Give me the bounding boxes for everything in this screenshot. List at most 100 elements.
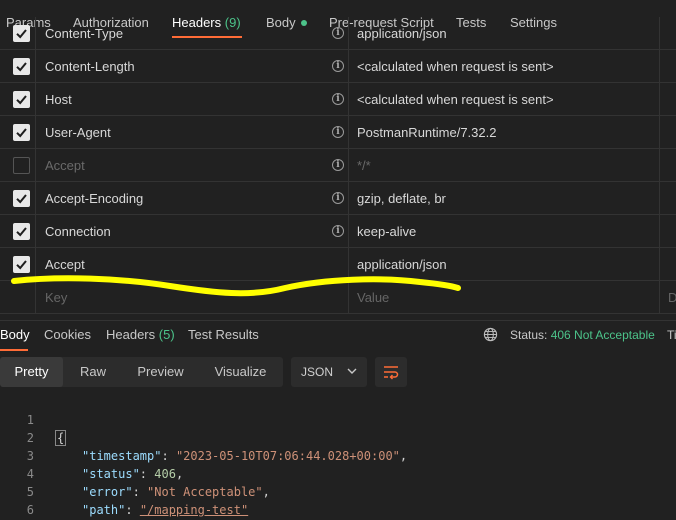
info-icon[interactable]: i: [332, 60, 344, 72]
response-time-label: Ti: [667, 328, 676, 342]
header-value[interactable]: */*: [357, 158, 371, 173]
header-row[interactable]: Content-Length i <calculated when request …: [0, 50, 676, 83]
info-icon[interactable]: i: [332, 192, 344, 204]
json-punctuation: ,: [175, 467, 184, 481]
header-key[interactable]: Connection: [45, 224, 111, 239]
json-link-value[interactable]: "/mapping-test": [140, 503, 248, 517]
header-enabled-checkbox[interactable]: [13, 91, 30, 108]
checkbox-cell: [0, 182, 36, 214]
header-enabled-checkbox[interactable]: [13, 124, 30, 141]
visualize-button[interactable]: Visualize: [198, 357, 283, 387]
new-key-input[interactable]: Key: [45, 290, 67, 305]
checkmark-icon: [16, 194, 27, 204]
column-divider: [659, 215, 660, 247]
tab-label: Body: [0, 327, 30, 342]
header-key[interactable]: Accept: [45, 158, 85, 173]
checkmark-icon: [16, 260, 27, 270]
header-value[interactable]: application/json: [357, 257, 447, 272]
raw-button[interactable]: Raw: [63, 357, 123, 387]
checkbox-cell: [0, 281, 36, 313]
header-row[interactable]: Accept i */*: [0, 149, 676, 182]
header-key[interactable]: Content-Type: [45, 26, 123, 41]
header-key[interactable]: Accept: [45, 257, 85, 272]
info-icon[interactable]: i: [332, 27, 344, 39]
header-value[interactable]: keep-alive: [357, 224, 416, 239]
column-divider: [348, 281, 349, 313]
checkmark-icon: [16, 227, 27, 237]
response-tabs: Body Cookies Headers (5) Test Results St…: [0, 320, 676, 351]
header-key[interactable]: Accept-Encoding: [45, 191, 143, 206]
checkbox-cell: [0, 83, 36, 115]
code-line: 1 {: [0, 393, 67, 446]
header-value[interactable]: <calculated when request is sent>: [357, 92, 554, 107]
wrap-lines-button[interactable]: [375, 357, 407, 387]
column-divider: [659, 281, 660, 313]
info-icon[interactable]: i: [332, 126, 344, 138]
new-header-row[interactable]: Key Value D: [0, 281, 676, 314]
json-key: "timestamp": [82, 449, 162, 463]
globe-icon[interactable]: [483, 327, 498, 342]
format-select[interactable]: JSON: [291, 357, 367, 387]
checkmark-icon: [16, 62, 27, 72]
info-icon[interactable]: i: [332, 159, 344, 171]
header-enabled-checkbox[interactable]: [13, 58, 30, 75]
header-row[interactable]: User-Agent i PostmanRuntime/7.32.2: [0, 116, 676, 149]
brace-open: {: [55, 430, 67, 446]
json-key: "error": [82, 485, 133, 499]
column-divider: [659, 116, 660, 148]
header-row[interactable]: Host i <calculated when request is sent>: [0, 83, 676, 116]
code-line: 6 }: [0, 483, 34, 517]
header-value[interactable]: <calculated when request is sent>: [357, 59, 554, 74]
header-key[interactable]: Host: [45, 92, 72, 107]
response-tab-body[interactable]: Body: [0, 327, 30, 342]
header-enabled-checkbox[interactable]: [13, 190, 30, 207]
code-line: 2 "timestamp": "2023-05-10T07:06:44.028+…: [0, 411, 407, 463]
header-value[interactable]: PostmanRuntime/7.32.2: [357, 125, 496, 140]
active-tab-indicator: [0, 349, 28, 351]
header-enabled-checkbox[interactable]: [13, 223, 30, 240]
header-key[interactable]: User-Agent: [45, 125, 111, 140]
header-enabled-checkbox[interactable]: [13, 256, 30, 273]
code-line: 5 "path": "/mapping-test": [0, 465, 248, 517]
header-key[interactable]: Content-Length: [45, 59, 135, 74]
header-value[interactable]: application/json: [357, 26, 447, 41]
header-value[interactable]: gzip, deflate, br: [357, 191, 446, 206]
column-divider: [659, 149, 660, 181]
column-divider: [348, 17, 349, 49]
column-divider: [659, 17, 660, 49]
column-divider: [659, 182, 660, 214]
wrap-lines-icon: [384, 366, 399, 380]
checkbox-cell: [0, 149, 36, 181]
new-value-input[interactable]: Value: [357, 290, 389, 305]
preview-button[interactable]: Preview: [123, 357, 198, 387]
status-value[interactable]: 406 Not Acceptable: [551, 328, 655, 342]
format-select-value: JSON: [301, 365, 334, 379]
pretty-button[interactable]: Pretty: [0, 357, 63, 387]
response-tab-test-results[interactable]: Test Results: [188, 327, 259, 342]
checkmark-icon: [16, 95, 27, 105]
checkbox-cell: [0, 215, 36, 247]
info-icon[interactable]: i: [332, 93, 344, 105]
json-key: "status": [82, 467, 140, 481]
checkbox-cell: [0, 116, 36, 148]
header-row[interactable]: Accept application/json: [0, 248, 676, 281]
checkbox-cell: [0, 50, 36, 82]
header-enabled-checkbox[interactable]: [13, 157, 30, 174]
column-divider: [348, 50, 349, 82]
new-description-input[interactable]: D: [668, 290, 676, 305]
header-row[interactable]: Connection i keep-alive: [0, 215, 676, 248]
info-icon[interactable]: i: [332, 225, 344, 237]
response-tab-cookies[interactable]: Cookies: [44, 327, 91, 342]
code-line: 3 "status": 406,: [0, 429, 183, 481]
header-row[interactable]: Accept-Encoding i gzip, deflate, br: [0, 182, 676, 215]
response-tab-headers[interactable]: Headers (5): [106, 327, 175, 342]
tab-count-badge: (5): [158, 327, 175, 342]
header-row[interactable]: Content-Type i application/json: [0, 17, 676, 50]
column-divider: [348, 215, 349, 247]
json-value: "2023-05-10T07:06:44.028+00:00": [175, 449, 400, 463]
header-enabled-checkbox[interactable]: [13, 25, 30, 42]
json-value: 406: [154, 467, 176, 481]
line-number: 6: [26, 503, 34, 517]
column-divider: [659, 248, 660, 280]
json-punctuation: ,: [399, 449, 408, 463]
